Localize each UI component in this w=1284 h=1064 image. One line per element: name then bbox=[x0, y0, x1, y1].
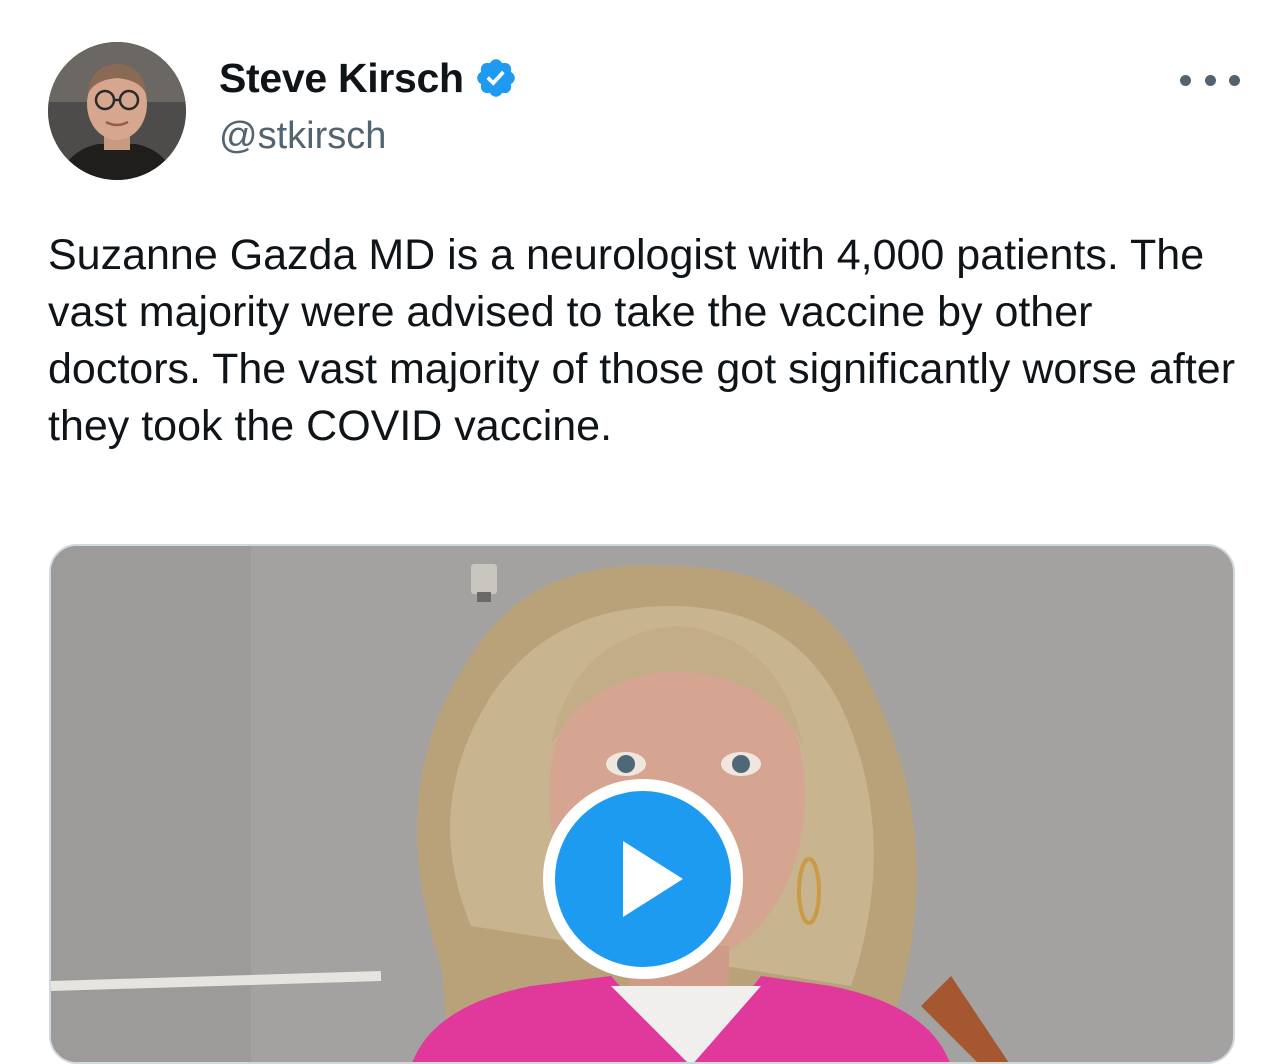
more-options-icon-dot bbox=[1204, 74, 1216, 86]
author-handle[interactable]: @stkirsch bbox=[219, 112, 386, 160]
avatar[interactable] bbox=[48, 42, 186, 180]
more-options-button[interactable] bbox=[1180, 58, 1240, 102]
video-player[interactable] bbox=[49, 544, 1235, 1064]
tweet-text: Suzanne Gazda MD is a neurologist with 4… bbox=[48, 231, 1236, 450]
play-icon bbox=[555, 791, 731, 967]
more-options-icon-dot bbox=[1229, 74, 1240, 86]
author-name[interactable]: Steve Kirsch bbox=[219, 52, 518, 104]
more-options-icon bbox=[1180, 74, 1191, 86]
play-button[interactable] bbox=[543, 779, 743, 979]
tweet-card: Steve Kirsch @stkirsch Suzanne Gazda MD … bbox=[0, 0, 1284, 1064]
verified-badge-icon[interactable] bbox=[474, 56, 518, 100]
author-name-label: Steve Kirsch bbox=[219, 55, 464, 101]
